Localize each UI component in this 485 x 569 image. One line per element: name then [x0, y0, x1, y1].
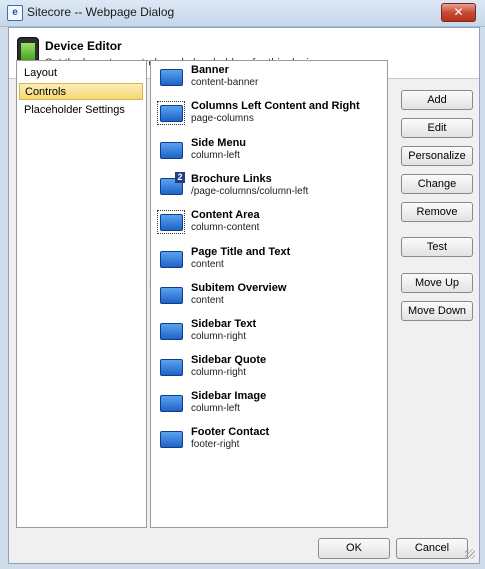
control-placeholder: column-right — [191, 367, 247, 378]
control-name: Footer Contact — [191, 426, 270, 438]
control-item[interactable]: 2 Brochure Links /page-columns/column-le… — [157, 172, 382, 202]
control-placeholder: footer-right — [191, 439, 240, 450]
control-placeholder: /page-columns/column-left — [191, 186, 309, 197]
close-button[interactable]: ✕ — [441, 3, 476, 22]
control-placeholder: column-content — [191, 222, 260, 233]
rendering-icon — [160, 142, 183, 159]
control-name: Sidebar Text — [191, 318, 257, 330]
control-item[interactable]: Content Area column-content — [157, 208, 382, 238]
nav-item-placeholder-settings[interactable]: Placeholder Settings — [19, 102, 143, 119]
cancel-button[interactable]: Cancel — [396, 538, 468, 559]
rendering-icon — [160, 323, 183, 340]
personalize-button[interactable]: Personalize — [401, 146, 473, 166]
title-bar: e Sitecore -- Webpage Dialog ✕ — [0, 0, 485, 27]
move-up-button[interactable]: Move Up — [401, 273, 473, 293]
control-item[interactable]: Subitem Overview content — [157, 281, 382, 311]
rendering-icon — [160, 431, 183, 448]
control-item[interactable]: Sidebar Text column-right — [157, 317, 382, 347]
rendering-icon — [160, 105, 183, 122]
ok-button[interactable]: OK — [318, 538, 390, 559]
control-name: Columns Left Content and Right — [191, 100, 360, 112]
control-item[interactable]: Footer Contact footer-right — [157, 425, 382, 455]
control-name: Content Area — [191, 209, 260, 221]
control-placeholder: content — [191, 295, 224, 306]
control-item[interactable]: Sidebar Quote column-right — [157, 353, 382, 383]
section-list: Layout Controls Placeholder Settings — [16, 60, 147, 528]
rendering-icon — [160, 287, 183, 304]
control-name: Side Menu — [191, 137, 247, 149]
rendering-icon — [160, 359, 183, 376]
control-placeholder: content-banner — [191, 77, 259, 88]
control-name: Banner — [191, 64, 229, 76]
control-name: Page Title and Text — [191, 246, 291, 258]
window-title: Sitecore -- Webpage Dialog — [27, 5, 175, 19]
control-placeholder: column-left — [191, 150, 240, 161]
change-button[interactable]: Change — [401, 174, 473, 194]
control-item[interactable]: Sidebar Image column-left — [157, 389, 382, 419]
control-placeholder: content — [191, 259, 224, 270]
nav-item-layout[interactable]: Layout — [19, 65, 143, 82]
control-item[interactable]: Banner content-banner — [157, 63, 382, 93]
control-name: Sidebar Image — [191, 390, 267, 402]
rendering-icon — [160, 69, 183, 86]
control-name: Subitem Overview — [191, 282, 287, 294]
nav-item-controls[interactable]: Controls — [19, 83, 143, 100]
add-button[interactable]: Add — [401, 90, 473, 110]
panel-splitter[interactable]: ⋮ — [146, 60, 154, 526]
control-item[interactable]: Columns Left Content and Right page-colu… — [157, 99, 382, 129]
rendering-icon — [160, 395, 183, 412]
test-button[interactable]: Test — [401, 237, 473, 257]
rendering-icon — [160, 214, 183, 231]
ie-page-icon: e — [7, 5, 23, 21]
remove-button[interactable]: Remove — [401, 202, 473, 222]
move-down-button[interactable]: Move Down — [401, 301, 473, 321]
controls-list: Banner content-banner Columns Left Conte… — [150, 60, 388, 528]
edit-button[interactable]: Edit — [401, 118, 473, 138]
dialog-heading: Device Editor — [45, 39, 122, 53]
device-screen — [21, 43, 35, 60]
control-item[interactable]: Side Menu column-left — [157, 136, 382, 166]
control-placeholder: page-columns — [191, 113, 254, 124]
rendering-icon — [160, 251, 183, 268]
control-item[interactable]: Page Title and Text content — [157, 245, 382, 275]
count-badge: 2 — [175, 172, 185, 183]
resize-grip-icon[interactable] — [465, 549, 475, 559]
control-placeholder: column-right — [191, 331, 247, 342]
control-name: Brochure Links — [191, 173, 272, 185]
control-placeholder: column-left — [191, 403, 240, 414]
control-name: Sidebar Quote — [191, 354, 267, 366]
